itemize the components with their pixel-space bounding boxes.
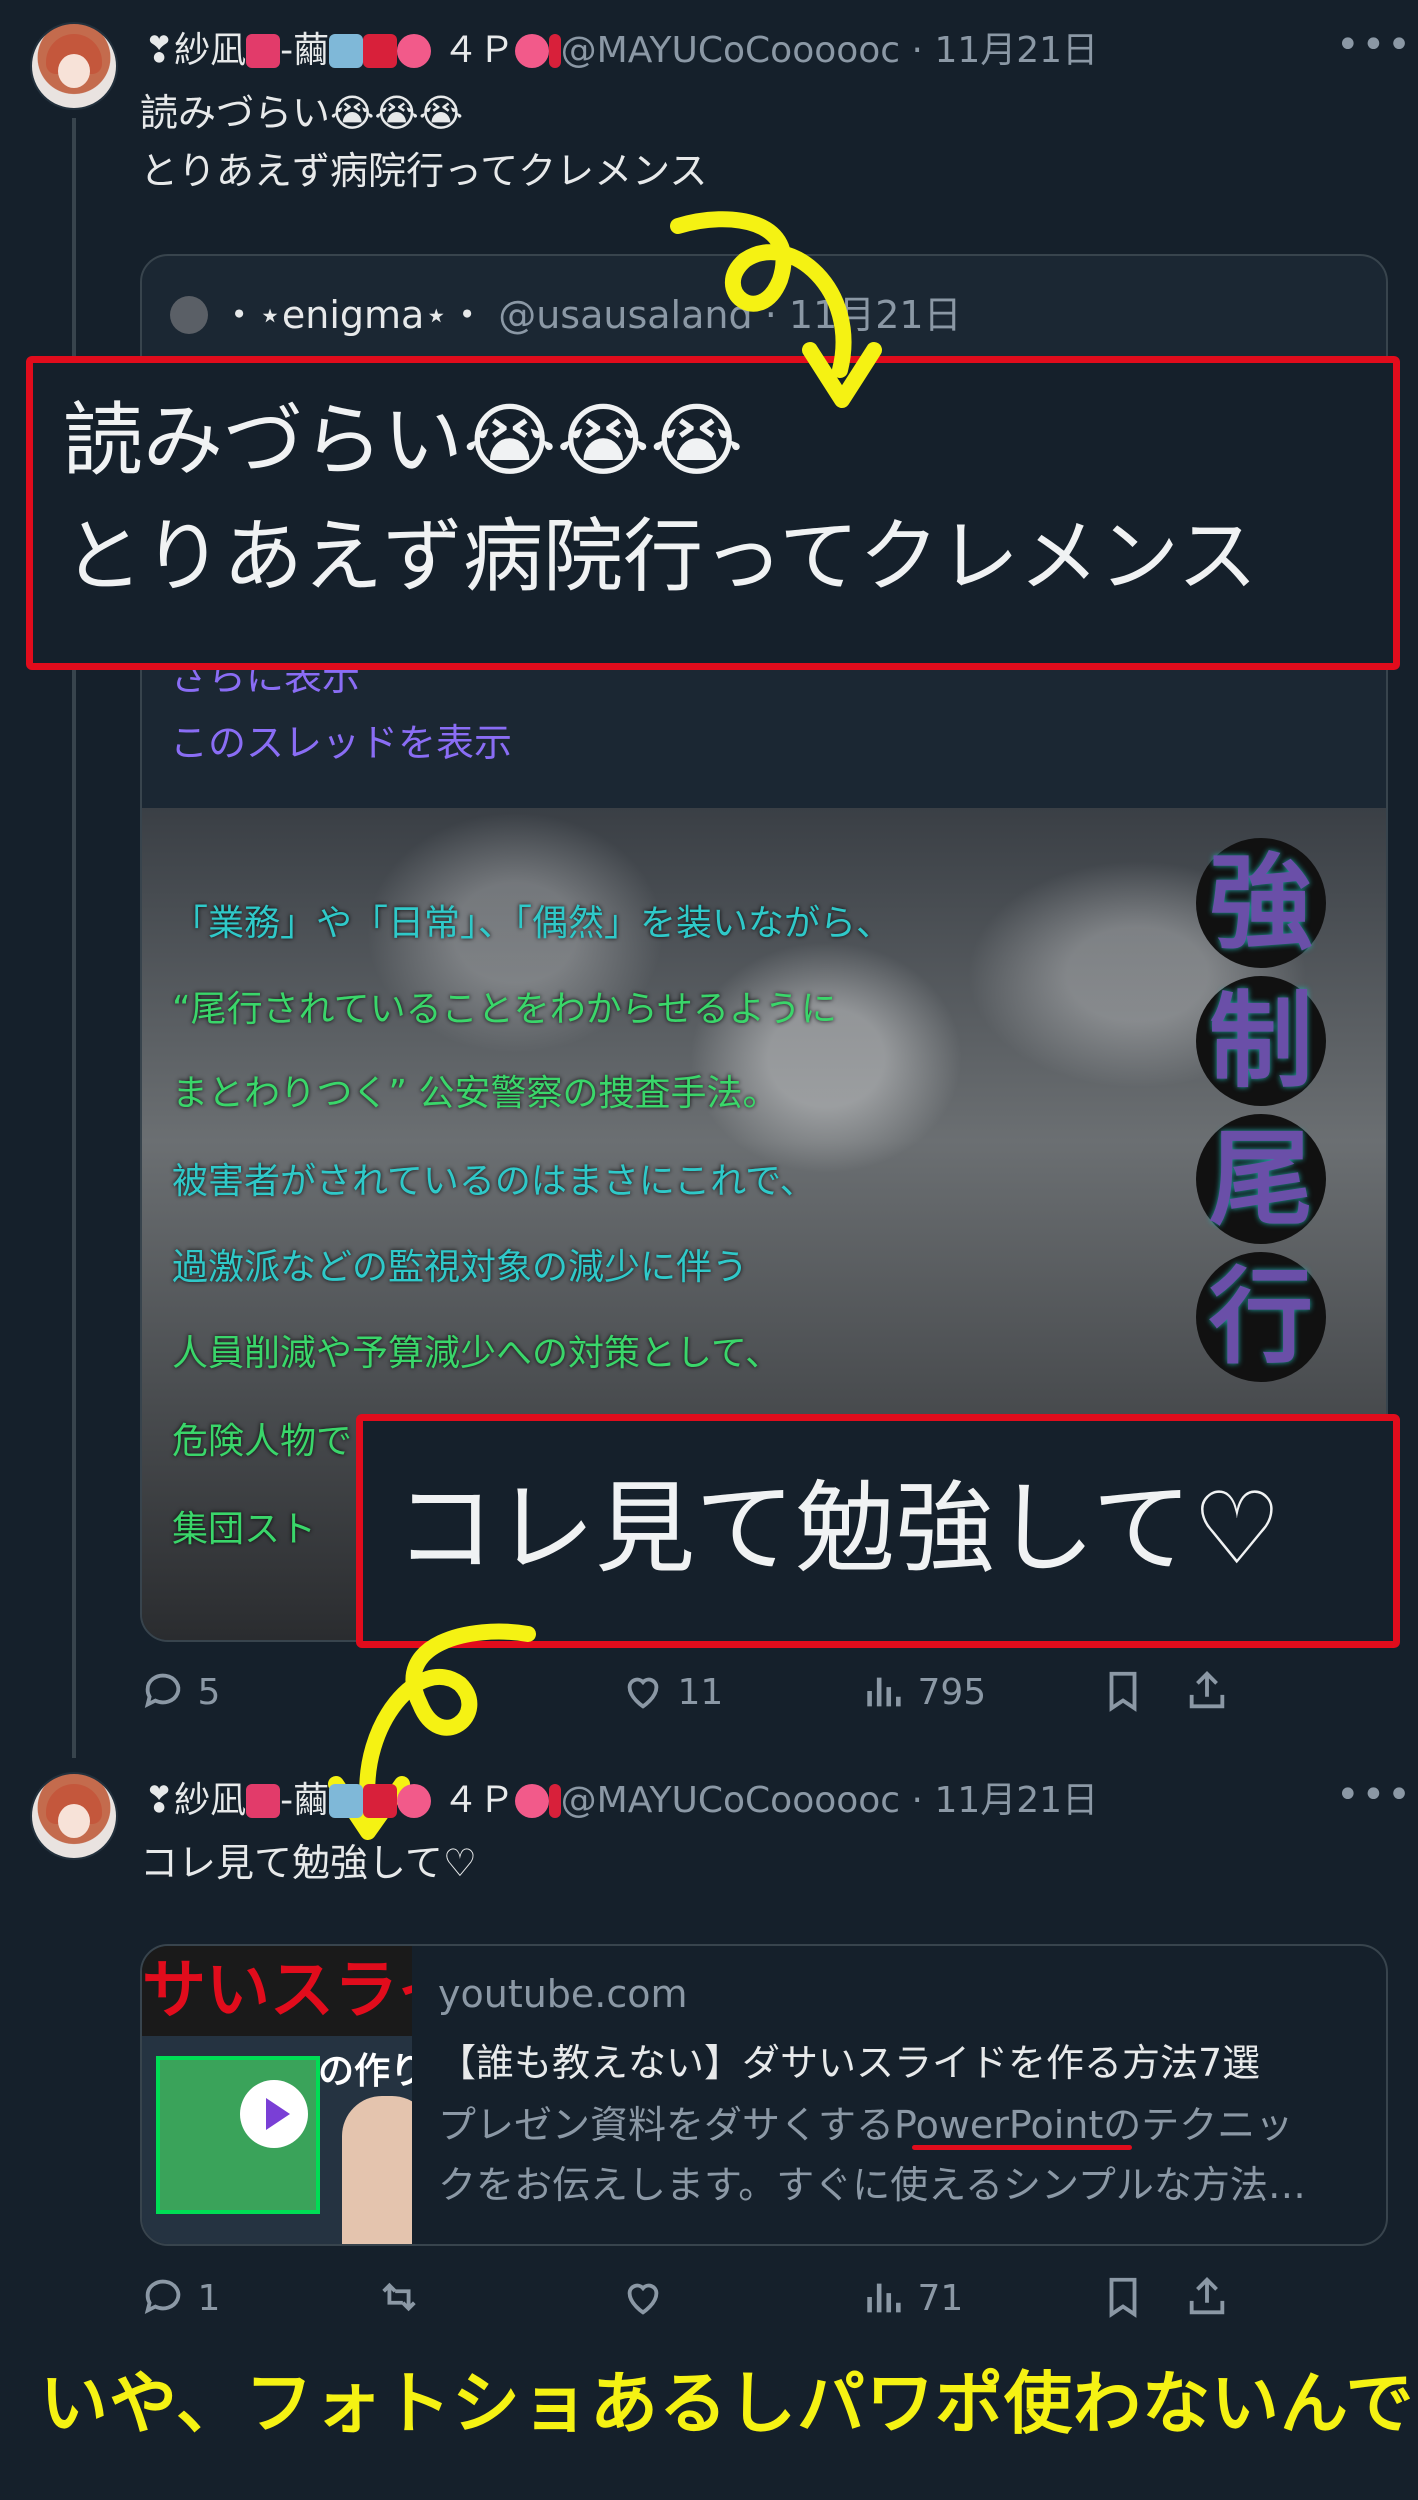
bookmark-button[interactable] bbox=[1100, 1668, 1146, 1723]
reply-button[interactable]: 5 bbox=[140, 1668, 220, 1714]
video-thumbnail[interactable]: サいスライ の作り bbox=[142, 1946, 412, 2244]
syringe-emoji-icon bbox=[329, 1784, 364, 1818]
tweet-actions: 1 71 bbox=[140, 2274, 1390, 2330]
share-icon bbox=[1189, 2277, 1225, 2315]
like-button[interactable] bbox=[620, 2274, 666, 2329]
ribbon-emoji-icon bbox=[548, 34, 561, 68]
timestamp[interactable]: 11月21日 bbox=[934, 1780, 1098, 1821]
tweet-text: コレ見て勉強して♡ bbox=[140, 1841, 477, 1885]
bookmark-icon bbox=[1109, 2277, 1137, 2318]
heart-icon bbox=[627, 2283, 659, 2315]
image-vertical-title: 強 制 尾 行 bbox=[1196, 838, 1326, 1390]
link-description: プレゼン資料をダサくするPowerPointのテクニッ bbox=[438, 2094, 1293, 2149]
link-domain: youtube.com bbox=[438, 1972, 688, 2016]
thumb-banner-text: サいスライ bbox=[142, 1954, 412, 2028]
link-preview-card[interactable]: サいスライ の作り youtube.com 【誰も教えない】ダサいスライドを作る… bbox=[140, 1944, 1388, 2246]
heart-emoji-icon bbox=[246, 1784, 281, 1818]
reply-icon bbox=[144, 1673, 181, 1708]
desc-highlight: PowerPoint bbox=[894, 2103, 1104, 2147]
reply-icon bbox=[144, 2279, 181, 2314]
image-text-line: 集団スト bbox=[172, 1509, 317, 1550]
more-icon[interactable]: ••• bbox=[1336, 22, 1413, 68]
like-count: 11 bbox=[677, 1672, 724, 1713]
handle[interactable]: @MAYUCoCoooooc bbox=[561, 30, 900, 71]
avatar[interactable] bbox=[170, 296, 208, 334]
timestamp[interactable]: 11月21日 bbox=[934, 30, 1098, 71]
tweet-header: ❣紗凪 -繭 ４Ｐ @MAYUCoCoooooc · 11月21日 bbox=[144, 1776, 1098, 1826]
reply-count: 5 bbox=[197, 1672, 221, 1713]
avatar[interactable] bbox=[30, 22, 118, 110]
image-text-line: 人員削減や予算減少への対策として、 bbox=[172, 1333, 782, 1374]
image-text-line: 過激派などの監視対象の減少に伴う bbox=[172, 1247, 749, 1288]
annotation-arrow-icon bbox=[670, 211, 882, 408]
syringe-emoji-icon bbox=[329, 34, 364, 68]
display-name[interactable]: ❣紗凪 bbox=[144, 30, 246, 71]
share-button[interactable] bbox=[1184, 2274, 1230, 2329]
view-count: 71 bbox=[917, 2278, 964, 2319]
views-button[interactable]: 71 bbox=[860, 2274, 963, 2320]
bookmark-icon bbox=[1109, 1671, 1137, 1712]
heart-icon bbox=[627, 1677, 659, 1709]
view-count: 795 bbox=[917, 1672, 987, 1713]
display-name-mid[interactable]: -繭 bbox=[280, 30, 329, 71]
quote-display-name[interactable]: ・⋆enigma⋆・ bbox=[220, 293, 486, 337]
separator: · bbox=[911, 30, 923, 71]
reply-button[interactable]: 1 bbox=[140, 2274, 220, 2320]
share-icon bbox=[1189, 1671, 1225, 1709]
show-thread-link[interactable]: このスレッドを表示 bbox=[170, 712, 512, 767]
handle[interactable]: @MAYUCoCoooooc bbox=[561, 1780, 900, 1821]
image-text-line: まとわりつく” 公安警察の捜査手法。 bbox=[172, 1073, 779, 1114]
separator: · bbox=[911, 1780, 923, 1821]
annotation-reply-text: コレ見て勉強して♡ bbox=[395, 1470, 1282, 1587]
title-char: 尾 bbox=[1196, 1114, 1326, 1244]
image-text-line: 「業務」や「日常」、「偶然」を装いながら、 bbox=[172, 903, 893, 944]
annotation-caption: いや、フォトショあるしパワポ使わないんでｗ bbox=[40, 2365, 1418, 2444]
title-char: 強 bbox=[1196, 838, 1326, 968]
retweet-icon bbox=[382, 2282, 416, 2312]
link-title: 【誰も教えない】ダサいスライドを作る方法7選 bbox=[438, 2041, 1261, 2085]
avatar[interactable] bbox=[30, 1772, 118, 1860]
display-name-suffix[interactable]: ４Ｐ bbox=[443, 30, 515, 71]
heart-emoji-icon bbox=[246, 34, 281, 68]
ribbon-emoji-icon bbox=[363, 1784, 398, 1818]
title-char: 行 bbox=[1196, 1252, 1326, 1382]
display-name-mid[interactable]: -繭 bbox=[280, 1780, 329, 1821]
display-name[interactable]: ❣紗凪 bbox=[144, 1780, 246, 1821]
views-icon bbox=[867, 2283, 901, 2313]
heart-emoji-icon bbox=[514, 1784, 549, 1818]
image-text-line: 危険人物で bbox=[172, 1421, 353, 1462]
thumb-banner: サいスライ bbox=[142, 1946, 412, 2036]
image-text-line: “尾行されていることをわからせるように bbox=[172, 989, 837, 1030]
tweet-text-line1: 読みづらい😭😭😭 bbox=[140, 91, 464, 135]
views-button[interactable]: 795 bbox=[860, 1668, 986, 1714]
ribbon-emoji-icon bbox=[363, 34, 398, 68]
heart-emoji-icon bbox=[397, 1784, 432, 1818]
ribbon-emoji-icon bbox=[548, 1784, 561, 1818]
desc-after: のテクニッ bbox=[1103, 2103, 1294, 2147]
annotation-box-zoom-reply: コレ見て勉強して♡ bbox=[356, 1414, 1400, 1648]
thumb-person bbox=[342, 2096, 412, 2244]
tweet-header: ❣紗凪 -繭 ４Ｐ @MAYUCoCoooooc · 11月21日 bbox=[144, 26, 1098, 76]
heart-emoji-icon bbox=[397, 34, 432, 68]
play-icon[interactable] bbox=[240, 2080, 308, 2148]
tweet-actions: 5 11 795 bbox=[140, 1668, 1390, 1724]
bookmark-button[interactable] bbox=[1100, 2274, 1146, 2329]
annotation-text-line2: とりあえず病院行ってクレメンス bbox=[63, 510, 1258, 603]
heart-emoji-icon bbox=[514, 34, 549, 68]
display-name-suffix[interactable]: ４Ｐ bbox=[443, 1780, 515, 1821]
reply-count: 1 bbox=[197, 2278, 221, 2319]
like-button[interactable]: 11 bbox=[620, 1668, 723, 1714]
more-icon[interactable]: ••• bbox=[1336, 1772, 1413, 1818]
share-button[interactable] bbox=[1184, 1668, 1230, 1723]
desc-before: プレゼン資料をダサくする bbox=[438, 2103, 895, 2147]
annotation-underline bbox=[912, 2145, 1132, 2150]
thumb-sub-text: の作り bbox=[318, 2051, 412, 2092]
retweet-button[interactable] bbox=[376, 2274, 422, 2329]
link-description-line2: クをお伝えします。すぐに使えるシンプルな方法… bbox=[438, 2163, 1306, 2207]
views-icon bbox=[867, 1677, 901, 1707]
tweet-text-line2: とりあえず病院行ってクレメンス bbox=[140, 149, 708, 193]
image-text-line: 被害者がされているのはまさにこれで、 bbox=[172, 1161, 816, 1202]
annotation-text-line1: 読みづらい😭😭😭 bbox=[63, 394, 744, 487]
title-char: 制 bbox=[1196, 976, 1326, 1106]
